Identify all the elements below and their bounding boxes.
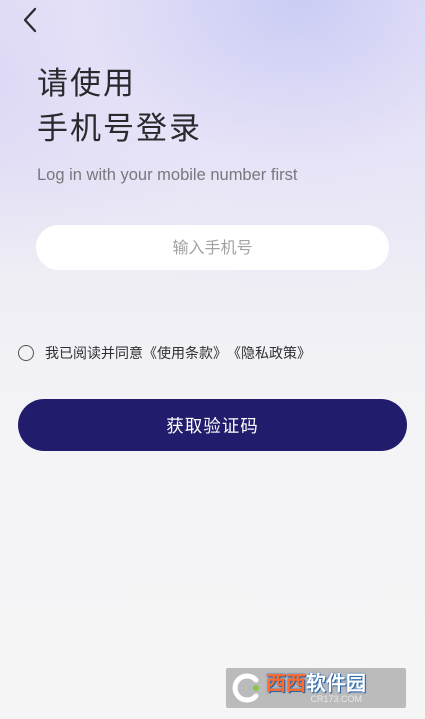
subtitle: Log in with your mobile number first [37, 166, 298, 184]
page-title: 请使用 手机号登录 [37, 62, 202, 152]
chevron-left-icon [23, 7, 37, 33]
watermark-brand-1: 西西 [266, 670, 306, 695]
watermark-site: CR173.COM [310, 693, 362, 704]
title-line-2: 手机号登录 [37, 111, 202, 147]
privacy-link[interactable]: 《隐私政策》 [227, 343, 311, 363]
title-line-1: 请使用 [37, 66, 136, 102]
agreement-row: 我已阅读并同意 《使用条款》 《隐私政策》 [18, 342, 311, 364]
agreement-radio[interactable] [18, 345, 34, 361]
back-button[interactable] [14, 4, 46, 36]
phone-number-input[interactable] [36, 225, 389, 270]
watermark-brand-2: 软件园 [306, 670, 366, 695]
agreement-prefix: 我已阅读并同意 [45, 346, 143, 362]
get-code-button[interactable]: 获取验证码 [18, 399, 407, 451]
watermark: 西西软件园 CR173.COM [226, 668, 406, 708]
terms-link[interactable]: 《使用条款》 [143, 343, 227, 363]
watermark-text: 西西软件园 CR173.COM [266, 673, 366, 704]
watermark-logo-icon [226, 668, 266, 708]
get-code-label: 获取验证码 [166, 416, 259, 437]
